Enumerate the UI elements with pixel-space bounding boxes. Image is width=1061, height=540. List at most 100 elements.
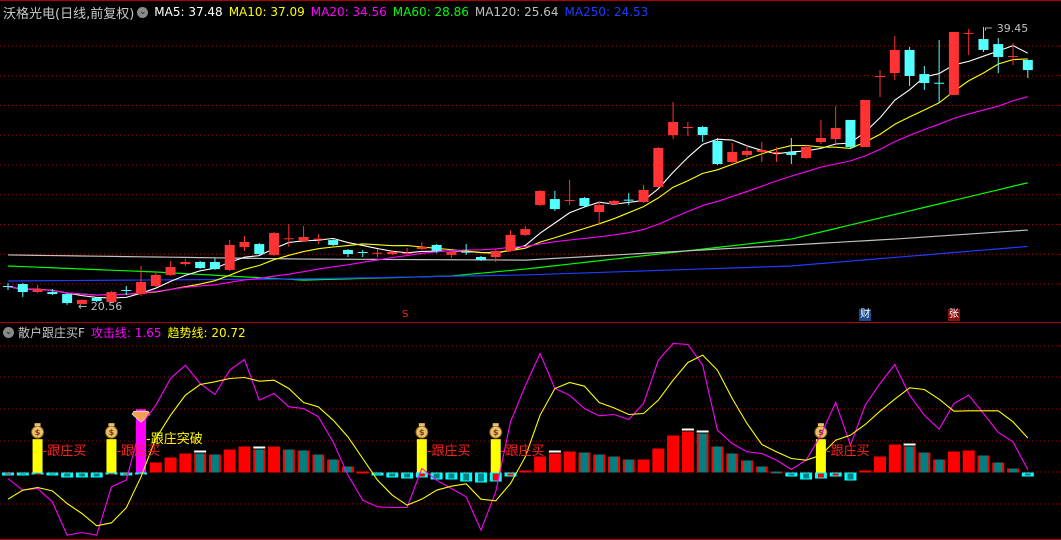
money-bag-icon: $ bbox=[415, 423, 429, 439]
indicator-bar bbox=[356, 471, 369, 474]
indicator-bar bbox=[149, 462, 162, 473]
candle-body bbox=[830, 128, 841, 140]
svg-text:$: $ bbox=[109, 428, 115, 437]
indicator-bar-inner bbox=[34, 473, 41, 475]
indicator-bar-inner bbox=[463, 473, 470, 481]
signal-label: -跟庄突破 bbox=[146, 432, 203, 448]
signal-column bbox=[32, 439, 43, 473]
main-header: 沃格光电(日线,前复权) ⌄ MA5: 37.48 MA10: 37.09 MA20… bbox=[0, 3, 654, 22]
candle bbox=[416, 242, 427, 250]
chevron-down-icon[interactable]: ⌄ bbox=[137, 6, 149, 18]
candle-body bbox=[564, 199, 575, 201]
indicator-bar-inner bbox=[138, 473, 145, 475]
indicator-bar-inner bbox=[772, 471, 781, 474]
indicator-bar-inner bbox=[979, 455, 988, 473]
candle-body bbox=[446, 252, 457, 255]
candle-body bbox=[254, 244, 265, 255]
indicator-bar-inner bbox=[210, 454, 219, 473]
candle bbox=[180, 259, 191, 266]
indicator-bar-inner bbox=[299, 450, 308, 473]
main-grid bbox=[0, 45, 1061, 285]
candle-body bbox=[372, 252, 383, 254]
candle bbox=[579, 197, 590, 207]
high-price-label: 39.45 bbox=[996, 22, 1029, 35]
candle-body bbox=[3, 285, 13, 287]
candle bbox=[254, 243, 265, 255]
candle bbox=[239, 235, 250, 251]
candle-body bbox=[756, 149, 767, 152]
indicator-bar-inner bbox=[847, 473, 854, 480]
candle bbox=[727, 143, 738, 164]
candle-body bbox=[978, 39, 989, 50]
bar-cap bbox=[681, 428, 694, 431]
candle bbox=[549, 190, 560, 211]
svg-text:$: $ bbox=[35, 428, 41, 437]
low-price-marker: ← 20.56 bbox=[78, 300, 123, 313]
candle bbox=[17, 283, 28, 297]
indicator-bar-inner bbox=[78, 473, 85, 477]
chevron-down-icon[interactable]: ⌄ bbox=[3, 326, 14, 338]
ma-legend-item: MA10: 37.09 bbox=[228, 5, 305, 19]
candle bbox=[520, 225, 531, 236]
bar-cap bbox=[548, 450, 561, 453]
indicator-bar bbox=[962, 450, 975, 473]
indicator-bar-inner bbox=[433, 473, 440, 479]
candle-body bbox=[17, 284, 28, 292]
indicator-bar bbox=[563, 451, 576, 473]
signal-label: -跟庄买 bbox=[825, 444, 870, 460]
candle bbox=[830, 105, 841, 144]
indicator-bar-inner bbox=[1024, 473, 1031, 476]
ma-legend-item: MA120: 25.64 bbox=[474, 5, 559, 19]
candle bbox=[801, 145, 812, 160]
candle bbox=[357, 249, 368, 257]
candle bbox=[150, 272, 161, 287]
candle-body bbox=[860, 99, 871, 147]
indicator-bar bbox=[874, 456, 887, 473]
ma-legend-item: MA60: 28.86 bbox=[392, 5, 469, 19]
candle bbox=[948, 32, 959, 95]
event-marker[interactable]: 张 bbox=[947, 309, 960, 321]
svg-text:$: $ bbox=[493, 428, 499, 437]
ma-legend-item: MA5: 37.48 bbox=[154, 5, 223, 19]
candle bbox=[402, 248, 413, 255]
indicator-bar-inner bbox=[905, 446, 914, 473]
indicator-bar-inner bbox=[832, 473, 839, 476]
event-marker[interactable]: S bbox=[401, 309, 409, 321]
candle-body bbox=[623, 199, 634, 201]
candle-body bbox=[1022, 59, 1033, 71]
indicator-bar-inner bbox=[374, 473, 381, 475]
indicator-bar bbox=[179, 453, 192, 473]
candle bbox=[904, 47, 915, 86]
money-bag-icon: $ bbox=[31, 423, 45, 439]
candle bbox=[697, 125, 708, 142]
candle bbox=[136, 265, 147, 296]
candle bbox=[564, 179, 575, 205]
candle-body bbox=[845, 119, 856, 147]
candle-body bbox=[608, 200, 619, 205]
indicator-bar-inner bbox=[64, 473, 71, 477]
candle-body bbox=[342, 249, 353, 255]
candle-body bbox=[801, 147, 812, 159]
ma250-line bbox=[7, 245, 1028, 282]
indicator-bar bbox=[667, 435, 680, 473]
indicator-bar-inner bbox=[788, 473, 795, 476]
candle-body bbox=[682, 127, 693, 128]
candle bbox=[594, 202, 605, 225]
bar-cap bbox=[696, 430, 709, 433]
indicator-bar-inner bbox=[757, 466, 766, 473]
candle-body bbox=[298, 237, 309, 241]
signal-label: -跟庄买 bbox=[500, 444, 545, 460]
candle-body bbox=[165, 267, 176, 275]
indicator-bar-inner bbox=[284, 449, 293, 473]
candle-body bbox=[712, 140, 723, 165]
candle bbox=[298, 225, 309, 242]
candle bbox=[875, 70, 886, 97]
event-marker[interactable]: 财 bbox=[859, 309, 872, 321]
sub-header: ⌄ 散户跟庄买F 攻击线: 1.65 趋势线: 20.72 bbox=[0, 323, 252, 341]
candle-body bbox=[697, 127, 708, 136]
high-price-marker: ⌐ 39.45 bbox=[984, 22, 1029, 35]
candle bbox=[209, 258, 220, 270]
indicator-bar bbox=[548, 453, 561, 473]
attack-line-value: 攻击线: 1.65 bbox=[90, 325, 162, 340]
stock-title: 沃格光电(日线,前复权) bbox=[3, 6, 135, 22]
